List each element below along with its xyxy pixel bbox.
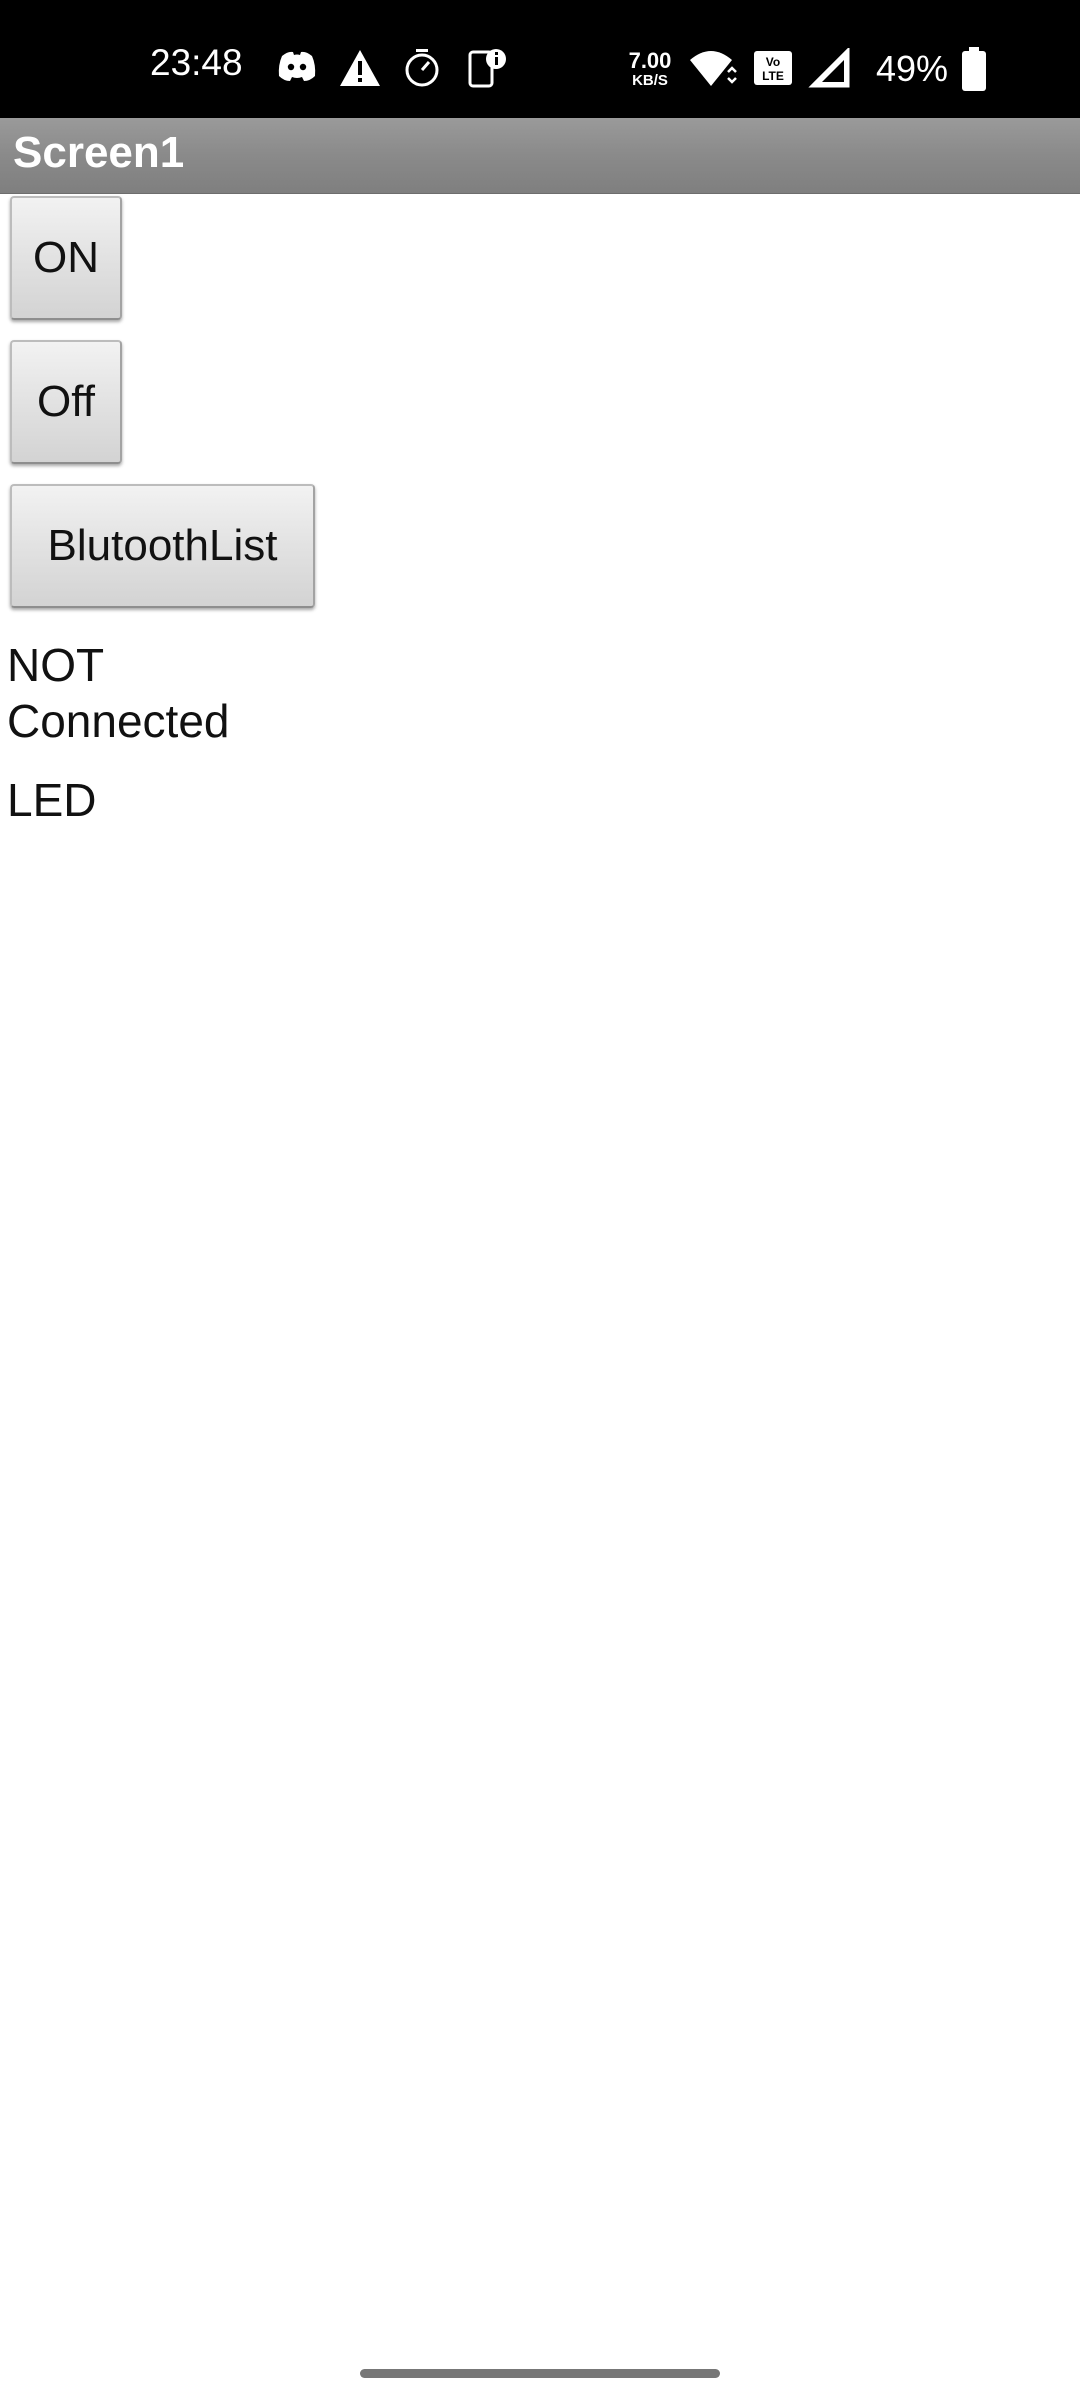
timer-icon: [405, 49, 439, 87]
volte-icon: Vo LTE: [754, 51, 792, 85]
network-speed: 7.00 KB/S: [622, 48, 678, 89]
battery-percent: 49%: [876, 48, 949, 89]
svg-text:LTE: LTE: [762, 69, 784, 83]
page-title: Screen1: [13, 128, 185, 177]
phone-info-icon: [468, 49, 506, 88]
network-speed-unit: KB/S: [632, 72, 668, 89]
signal-icon: [808, 48, 850, 88]
wifi-icon: [690, 51, 737, 86]
battery-icon: [962, 47, 986, 91]
title-bar: Screen1: [0, 118, 1080, 194]
on-button[interactable]: ON: [10, 196, 122, 320]
bluetooth-list-button[interactable]: BlutoothList: [10, 484, 315, 608]
app-screen: 23:48 7.00 KB/S Vo LTE 49% Screen1 ON Of…: [0, 0, 1080, 2400]
network-speed-value: 7.00: [628, 48, 672, 73]
svg-text:Vo: Vo: [766, 55, 780, 69]
led-label: LED: [7, 774, 97, 826]
off-button[interactable]: Off: [10, 340, 122, 464]
warning-icon: [340, 50, 380, 86]
connection-status-label: NOT Connected: [7, 639, 230, 747]
status-bar: 23:48 7.00 KB/S Vo LTE 49%: [0, 0, 1080, 118]
discord-icon: [278, 51, 316, 81]
status-time: 23:48: [150, 42, 243, 83]
gesture-navigation-bar[interactable]: [360, 2369, 720, 2378]
